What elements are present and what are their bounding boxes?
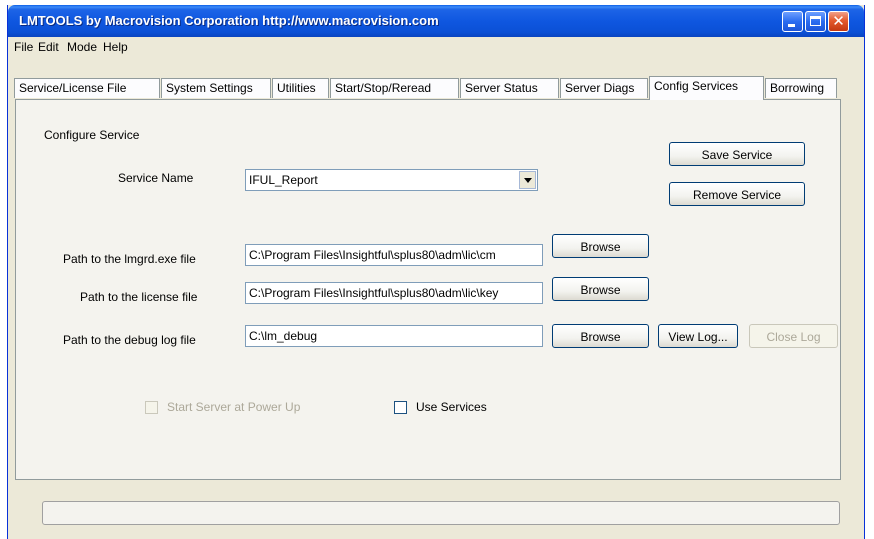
service-name-label: Service Name (118, 171, 194, 185)
app-window: LMTOOLS by Macrovision Corporation http:… (7, 5, 865, 539)
menu-bar: File Edit Mode Help (8, 37, 864, 57)
tab-server-status[interactable]: Server Status (460, 78, 559, 98)
tab-server-diags[interactable]: Server Diags (560, 78, 648, 98)
close-log-button: Close Log (749, 324, 838, 348)
service-name-value: IFUL_Report (249, 173, 318, 187)
minimize-button[interactable] (782, 11, 803, 32)
start-at-powerup-label: Start Server at Power Up (167, 400, 301, 414)
title-bar[interactable]: LMTOOLS by Macrovision Corporation http:… (8, 5, 864, 37)
tab-config-services[interactable]: Config Services (649, 76, 764, 100)
maximize-icon (810, 16, 821, 26)
section-title: Configure Service (44, 128, 140, 142)
start-at-powerup-checkbox (145, 401, 158, 414)
browse-license-button[interactable]: Browse (552, 277, 649, 301)
browse-lmgrd-button[interactable]: Browse (552, 234, 649, 258)
service-name-combo[interactable]: IFUL_Report (245, 169, 538, 191)
config-services-panel: Configure Service Service Name IFUL_Repo… (15, 99, 841, 480)
status-bar (42, 501, 840, 525)
use-services-checkbox[interactable] (394, 401, 407, 414)
tab-service-license-file[interactable]: Service/License File (14, 78, 160, 98)
license-path-label: Path to the license file (80, 290, 198, 304)
maximize-button[interactable] (805, 11, 826, 32)
license-path-input[interactable]: C:\Program Files\Insightful\splus80\adm\… (245, 282, 543, 304)
lmgrd-path-input[interactable]: C:\Program Files\Insightful\splus80\adm\… (245, 244, 543, 266)
remove-service-button[interactable]: Remove Service (669, 182, 805, 206)
menu-help[interactable]: Help (103, 40, 128, 54)
tab-borrowing[interactable]: Borrowing (765, 78, 837, 98)
save-service-button[interactable]: Save Service (669, 142, 805, 166)
tab-system-settings[interactable]: System Settings (161, 78, 271, 98)
menu-file[interactable]: File (14, 40, 33, 54)
minimize-icon (788, 24, 795, 27)
tab-utilities[interactable]: Utilities (272, 78, 329, 98)
tab-start-stop-reread[interactable]: Start/Stop/Reread (330, 78, 459, 98)
use-services-label[interactable]: Use Services (416, 400, 487, 414)
debug-log-label: Path to the debug log file (63, 333, 196, 347)
lmgrd-path-label: Path to the lmgrd.exe file (63, 252, 196, 266)
menu-mode[interactable]: Mode (67, 40, 97, 54)
menu-edit[interactable]: Edit (38, 40, 59, 54)
browse-debug-button[interactable]: Browse (552, 324, 649, 348)
debug-log-input[interactable]: C:\lm_debug (245, 325, 543, 347)
close-icon: ✕ (832, 13, 845, 30)
chevron-down-icon[interactable] (519, 171, 536, 189)
close-button[interactable]: ✕ (828, 11, 849, 32)
window-title: LMTOOLS by Macrovision Corporation http:… (19, 13, 439, 28)
view-log-button[interactable]: View Log... (658, 324, 738, 348)
